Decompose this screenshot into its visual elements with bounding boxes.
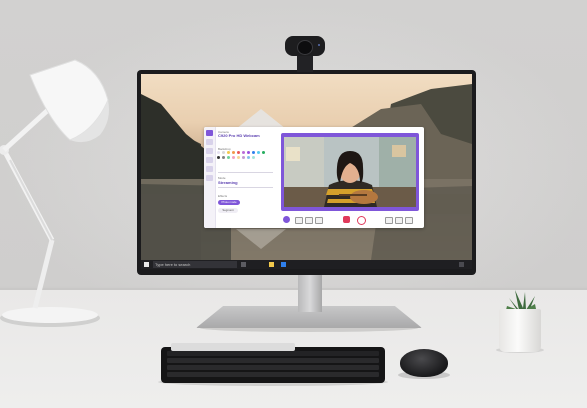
- swatch[interactable]: [252, 156, 255, 159]
- layout-small-icon[interactable]: [295, 217, 303, 224]
- monitor-screen: Camera C920 Pro HD Webcam Backdrop Mode …: [141, 74, 472, 269]
- capture-setting-icon[interactable]: [405, 217, 413, 224]
- mouse: [400, 349, 448, 377]
- webcam-light: [318, 44, 320, 46]
- layout-icon[interactable]: [206, 175, 213, 181]
- camera-preview: [284, 137, 416, 207]
- windows-icon[interactable]: [144, 262, 149, 267]
- swatch[interactable]: [227, 156, 230, 159]
- swatch[interactable]: [242, 151, 245, 154]
- segment-button[interactable]: Segment: [218, 208, 238, 213]
- swatch[interactable]: [237, 151, 240, 154]
- layout-medium-icon[interactable]: [305, 217, 313, 224]
- key-row: [167, 372, 379, 377]
- layout-large-icon[interactable]: [315, 217, 323, 224]
- color-swatches: [217, 151, 273, 163]
- section-label: Effects: [218, 194, 228, 198]
- store-icon[interactable]: [281, 262, 286, 267]
- task-view-icon[interactable]: [241, 262, 246, 267]
- key-row: [167, 365, 379, 370]
- preview-controls: [277, 213, 424, 227]
- photo-icon[interactable]: [357, 216, 366, 225]
- swatch[interactable]: [222, 151, 225, 154]
- photo-mode-button[interactable]: Photo mode: [218, 200, 240, 205]
- audio-icon[interactable]: [206, 166, 213, 172]
- swatch[interactable]: [257, 151, 260, 154]
- swatch[interactable]: [232, 156, 235, 159]
- webcam-lens: [297, 40, 313, 55]
- record-button[interactable]: [343, 216, 350, 223]
- divider: [218, 172, 273, 173]
- image-icon[interactable]: [206, 148, 213, 154]
- folder-icon[interactable]: [269, 262, 274, 267]
- desk-lamp: [0, 59, 109, 327]
- keyboard-device-cradle: [171, 343, 295, 351]
- divider: [218, 187, 273, 188]
- camera-app-window: Camera C920 Pro HD Webcam Backdrop Mode …: [204, 127, 424, 228]
- swatch[interactable]: [222, 156, 225, 159]
- swatch[interactable]: [252, 151, 255, 154]
- camera-icon[interactable]: [283, 216, 290, 223]
- keyboard: [161, 347, 385, 383]
- swatch[interactable]: [237, 156, 240, 159]
- camera-settings-icon[interactable]: [206, 139, 213, 145]
- swatch[interactable]: [217, 156, 220, 159]
- taskbar-search[interactable]: Type here to search: [153, 261, 237, 268]
- swatch[interactable]: [247, 156, 250, 159]
- settings-panel: Camera C920 Pro HD Webcam Backdrop Mode …: [215, 127, 277, 228]
- swatch[interactable]: [227, 151, 230, 154]
- swatch[interactable]: [242, 156, 245, 159]
- video-setting-icon[interactable]: [395, 217, 403, 224]
- preview-scene: [284, 137, 416, 207]
- color-icon[interactable]: [206, 157, 213, 163]
- taskbar: Type here to search: [141, 260, 472, 269]
- key-row: [167, 358, 379, 363]
- webcam-clip: [297, 56, 313, 72]
- audio-setting-icon[interactable]: [385, 217, 393, 224]
- swatch[interactable]: [247, 151, 250, 154]
- swatch[interactable]: [262, 151, 265, 154]
- device-name[interactable]: C920 Pro HD Webcam: [218, 134, 270, 138]
- swatch[interactable]: [232, 151, 235, 154]
- plant-pot: [499, 309, 541, 352]
- menu-icon[interactable]: [206, 130, 213, 136]
- mode-select[interactable]: Streaming: [218, 181, 238, 185]
- swatch[interactable]: [217, 151, 220, 154]
- key-row: [167, 351, 379, 356]
- notification-icon[interactable]: [459, 262, 464, 267]
